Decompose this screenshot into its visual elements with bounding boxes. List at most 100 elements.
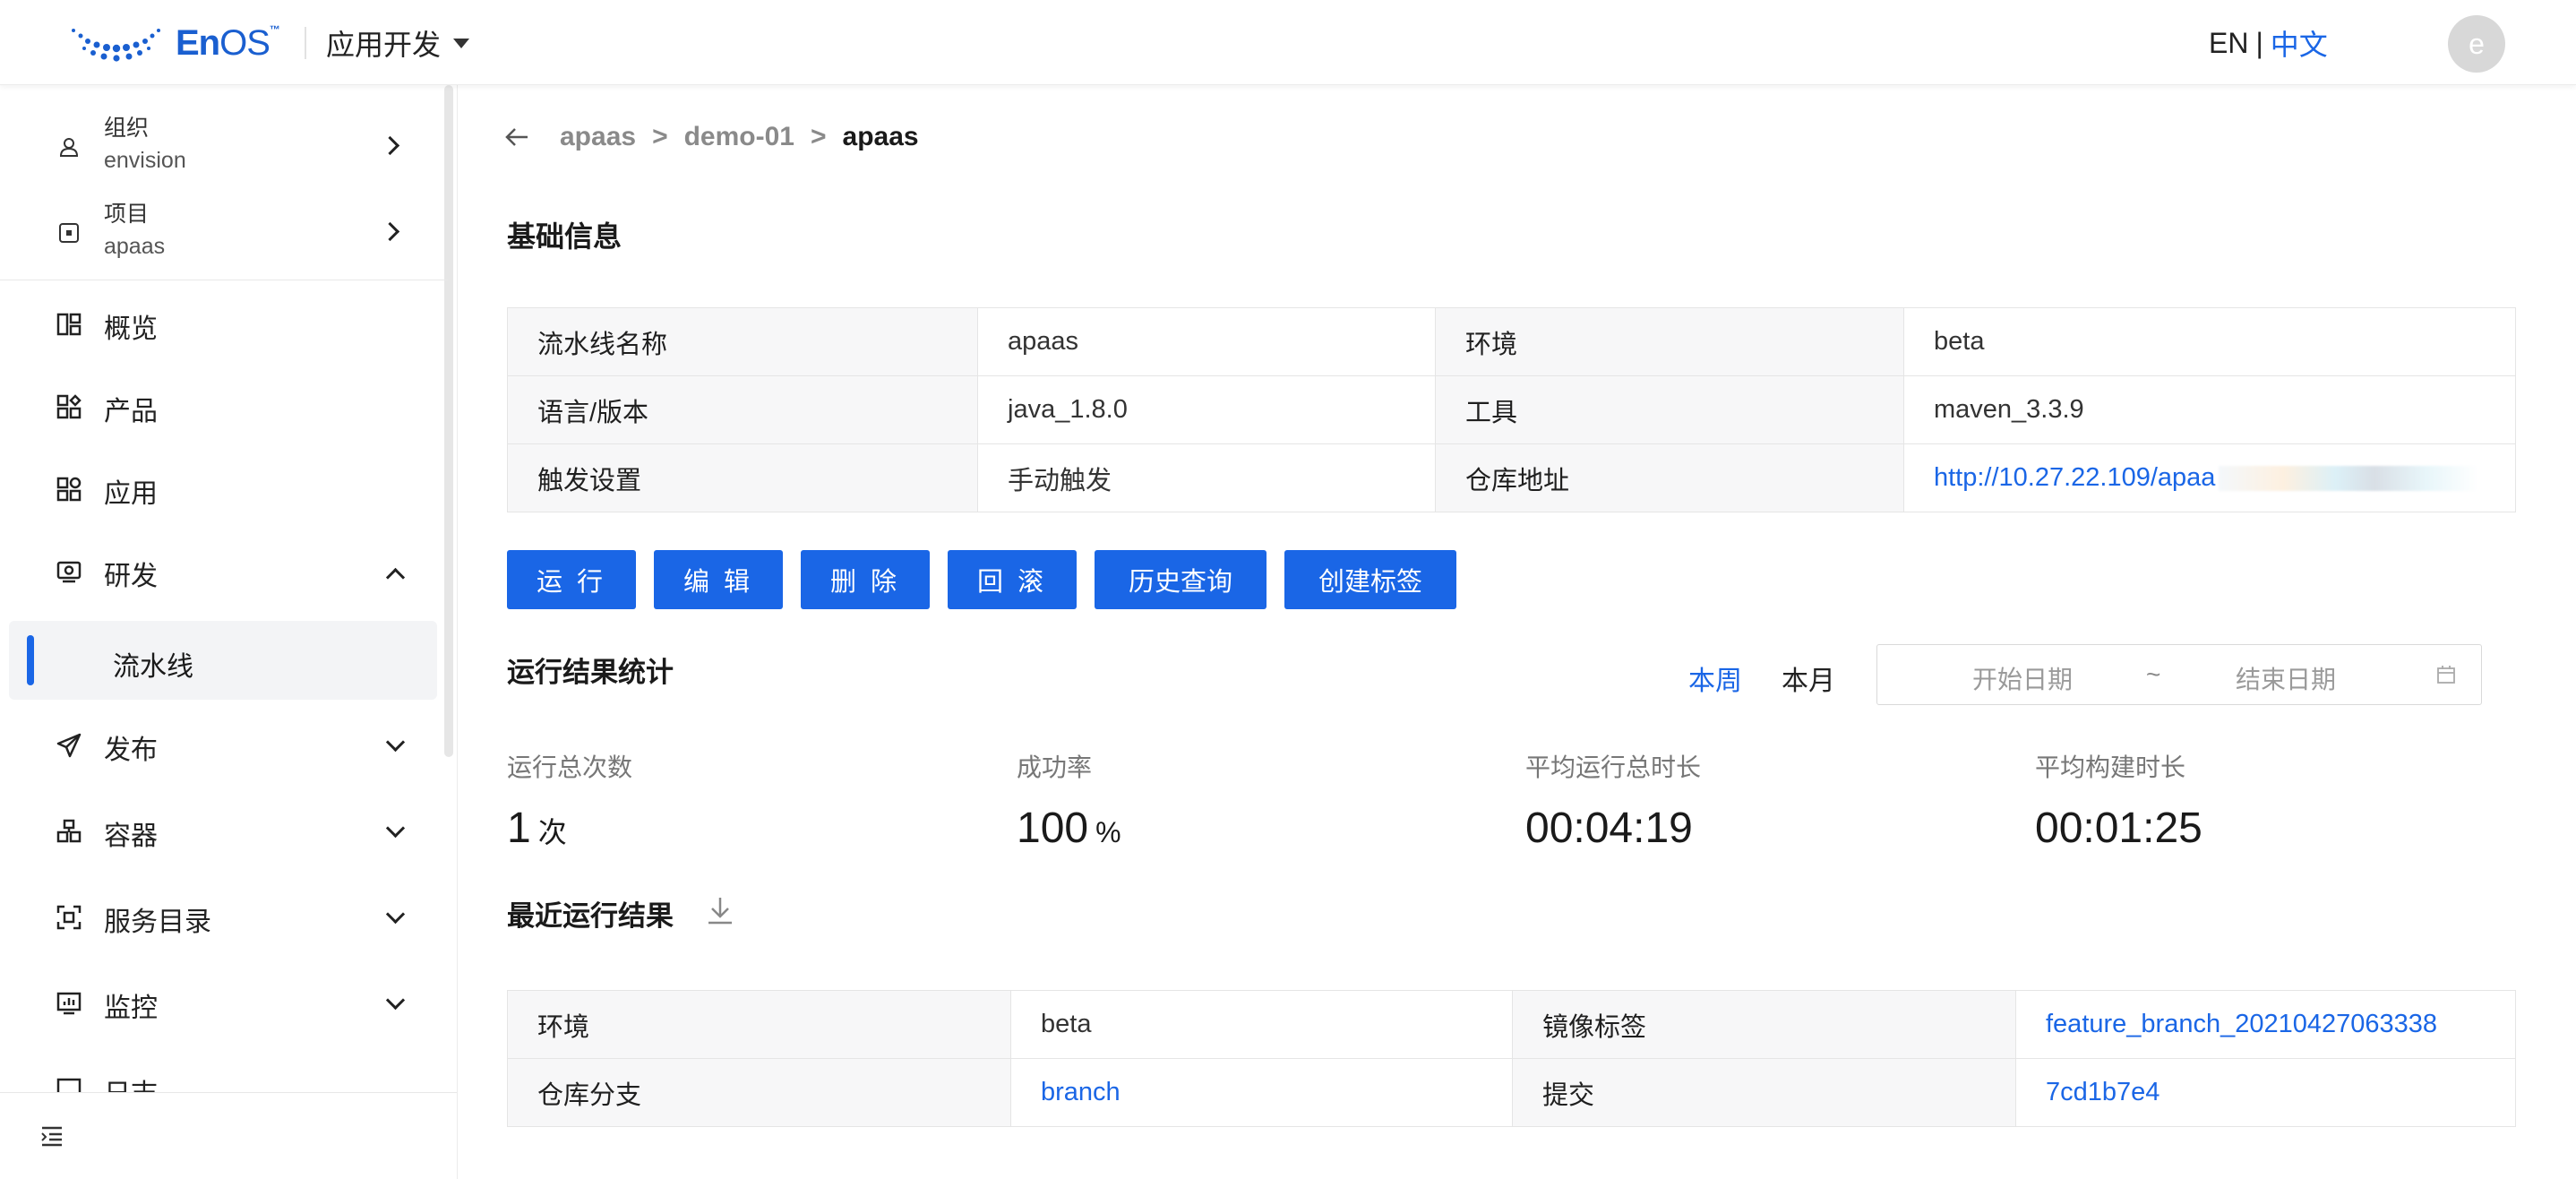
stat-value: 1: [507, 805, 531, 852]
recent-results-table: 环境 beta 镜像标签 feature_branch_202104270633…: [507, 990, 2516, 1127]
stat-success-rate: 成功率 100%: [1017, 748, 1121, 853]
create-tag-button[interactable]: 创建标签: [1284, 550, 1456, 609]
user-avatar[interactable]: e: [2448, 15, 2505, 73]
sidebar-item-container[interactable]: 容器: [0, 791, 439, 872]
stat-value: 100: [1017, 805, 1089, 852]
redacted-url: [2219, 466, 2479, 492]
collapse-menu-icon[interactable]: [39, 1123, 64, 1149]
delete-button[interactable]: 删 除: [801, 550, 930, 609]
date-range-picker[interactable]: 开始日期 ~ 结束日期: [1876, 644, 2482, 705]
table-key: 语言/版本: [507, 375, 978, 444]
table-row: 流水线名称 apaas 环境 beta: [507, 307, 2516, 376]
table-value-link: feature_branch_20210427063338: [2015, 990, 2516, 1059]
table-key: 仓库分支: [507, 1058, 1011, 1127]
active-indicator: [27, 635, 34, 685]
chevron-down-icon: [385, 990, 406, 1011]
breadcrumb-item[interactable]: apaas: [560, 122, 636, 152]
project-value: apaas: [104, 234, 166, 259]
user-icon: [59, 138, 79, 157]
table-key: 环境: [1435, 307, 1904, 376]
project-icon: [59, 223, 79, 243]
org-label: 组织: [104, 116, 150, 141]
enos-dots-icon: [72, 29, 160, 62]
lang-en-link[interactable]: EN: [2209, 27, 2248, 60]
sidebar-item-label: 研发: [104, 562, 158, 591]
sidebar-item-monitor[interactable]: 监控: [0, 963, 439, 1044]
sidebar-item-application[interactable]: 应用: [0, 449, 439, 529]
table-value: apaas: [977, 307, 1436, 376]
sidebar-subitem-pipeline[interactable]: 流水线: [9, 621, 437, 700]
breadcrumb-item[interactable]: demo-01: [684, 122, 794, 152]
breadcrumb-separator: >: [652, 122, 668, 151]
application-icon: [56, 477, 82, 502]
enos-logo[interactable]: EnOS™: [68, 22, 280, 65]
table-key: 镜像标签: [1512, 990, 2016, 1059]
start-date-input[interactable]: 开始日期: [1972, 660, 2073, 696]
develop-icon: [56, 561, 82, 583]
caret-down-icon: [453, 38, 470, 48]
lang-zh-link[interactable]: 中文: [2271, 22, 2328, 64]
stat-unit: 次: [537, 816, 567, 848]
table-value-link: branch: [1010, 1058, 1513, 1127]
monitor-icon: [56, 992, 82, 1015]
project-label: 项目: [104, 202, 150, 227]
sidebar-item-label: 应用: [104, 479, 158, 509]
org-value: envision: [104, 148, 186, 173]
table-value: beta: [1010, 990, 1513, 1059]
container-icon: [56, 819, 82, 843]
sidebar-subitem-label: 流水线: [113, 652, 193, 682]
run-button[interactable]: 运 行: [507, 550, 636, 609]
table-key: 环境: [507, 990, 1011, 1059]
table-value: maven_3.3.9: [1903, 375, 2516, 444]
sidebar-item-publish[interactable]: 发布: [0, 705, 439, 786]
edit-button[interactable]: 编 辑: [654, 550, 783, 609]
chevron-down-icon: [385, 904, 406, 925]
language-switch: EN | 中文: [2209, 22, 2328, 65]
app-switcher-label: 应用开发: [326, 29, 442, 61]
basic-info-table: 流水线名称 apaas 环境 beta 语言/版本 java_1.8.0 工具 …: [507, 307, 2516, 512]
table-value: java_1.8.0: [977, 375, 1436, 444]
download-icon[interactable]: [705, 895, 735, 925]
sidebar-item-service-catalog[interactable]: 服务目录: [0, 877, 439, 958]
stat-unit: %: [1095, 816, 1121, 848]
chevron-right-icon: [380, 221, 400, 242]
stat-label: 平均运行总时长: [1525, 753, 1702, 781]
date-range-separator: ~: [2146, 660, 2161, 688]
image-tag-link[interactable]: feature_branch_20210427063338: [2046, 1010, 2437, 1038]
stat-value: 00:04:19: [1525, 805, 1693, 852]
logo-wordmark: EnOS™: [176, 22, 280, 63]
recent-results-title: 最近运行结果: [507, 900, 674, 932]
app-switcher[interactable]: 应用开发: [326, 22, 470, 65]
table-value: beta: [1903, 307, 2516, 376]
breadcrumb-current: apaas: [842, 122, 919, 151]
project-selector[interactable]: 项目 apaas: [0, 187, 439, 273]
sidebar-footer: [0, 1092, 457, 1179]
end-date-input[interactable]: 结束日期: [2236, 660, 2336, 696]
arrow-left-icon[interactable]: [502, 123, 531, 151]
repo-url-cell: http://10.27.22.109/apaa: [1903, 443, 2516, 512]
chevron-down-icon: [385, 732, 406, 753]
sidebar-item-label: 服务目录: [104, 908, 211, 937]
rollback-button[interactable]: 回 滚: [948, 550, 1077, 609]
chevron-down-icon: [385, 818, 406, 839]
top-divider: [305, 27, 306, 59]
sidebar-item-overview[interactable]: 概览: [0, 284, 439, 365]
basic-info-title: 基础信息: [507, 220, 623, 253]
period-this-month[interactable]: 本月: [1782, 658, 1835, 698]
commit-link[interactable]: 7cd1b7e4: [2046, 1078, 2160, 1106]
branch-link[interactable]: branch: [1041, 1078, 1121, 1106]
chevron-right-icon: [380, 135, 400, 156]
publish-icon: [56, 733, 82, 758]
org-selector[interactable]: 组织 envision: [0, 101, 439, 187]
sidebar-item-product[interactable]: 产品: [0, 366, 439, 447]
stat-avg-build-duration: 平均构建时长 00:01:25: [2035, 748, 2202, 853]
sidebar-item-develop[interactable]: 研发: [0, 531, 439, 612]
stat-label: 运行总次数: [507, 753, 633, 781]
stat-total-runs: 运行总次数 1次: [507, 748, 632, 853]
history-query-button[interactable]: 历史查询: [1095, 550, 1267, 609]
sidebar: 组织 envision 项目 apaas 概览 产品 应用 研发 流水线 发布 …: [0, 85, 458, 1179]
repo-url-link[interactable]: http://10.27.22.109/apaa: [1934, 463, 2215, 492]
table-value: 手动触发: [977, 443, 1436, 512]
period-this-week[interactable]: 本周: [1688, 658, 1742, 698]
sidebar-scrollbar[interactable]: [444, 85, 453, 757]
